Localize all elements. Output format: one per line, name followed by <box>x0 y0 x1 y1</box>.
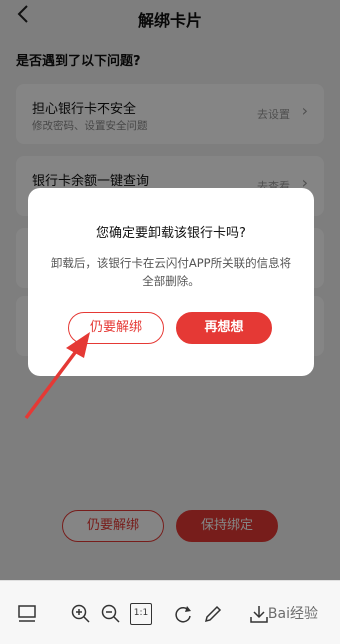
actual-size-icon[interactable]: 1:1 <box>130 603 152 625</box>
edit-icon[interactable] <box>202 603 224 625</box>
dialog-unbind-button[interactable]: 仍要解绑 <box>68 312 164 344</box>
zoom-in-icon[interactable] <box>70 603 92 625</box>
download-icon[interactable] <box>248 603 270 625</box>
dialog-rethink-button[interactable]: 再想想 <box>176 312 272 344</box>
dialog-message: 卸载后，该银行卡在云闪付APP所关联的信息将全部删除。 <box>50 256 292 288</box>
watermark: Bai经验 <box>267 606 318 622</box>
zoom-out-icon[interactable] <box>100 603 122 625</box>
dialog-title: 您确定要卸载该银行卡吗? <box>96 226 246 241</box>
rotate-icon[interactable] <box>172 603 194 625</box>
layout-icon[interactable] <box>16 603 38 625</box>
viewer-toolbar: 1:1 Bai经验 <box>0 580 340 644</box>
confirm-dialog: 您确定要卸载该银行卡吗? 卸载后，该银行卡在云闪付APP所关联的信息将全部删除。… <box>28 188 314 376</box>
